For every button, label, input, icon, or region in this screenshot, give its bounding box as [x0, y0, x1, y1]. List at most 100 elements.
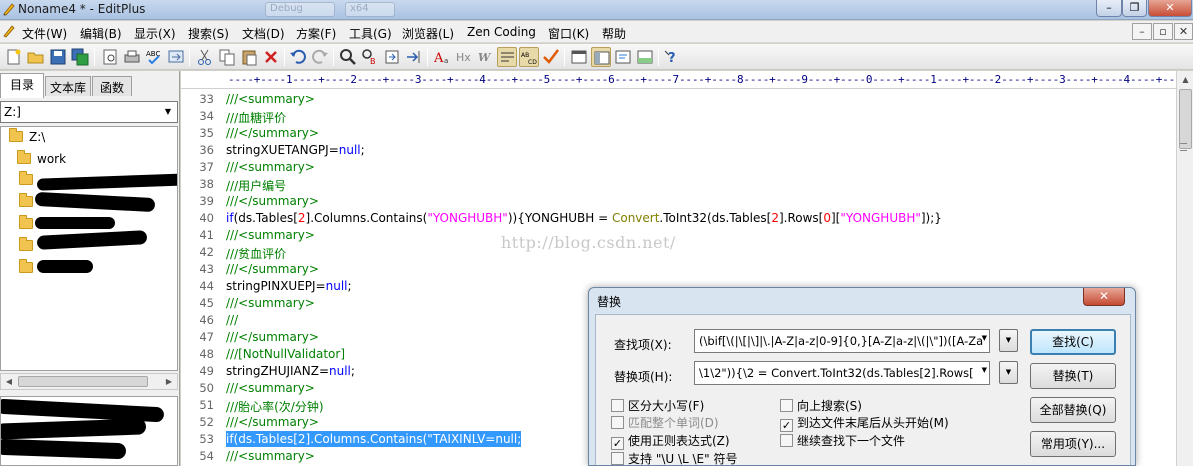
next-file-checkbox[interactable]: 继续查找下一个文件 — [780, 432, 905, 449]
menu-help[interactable]: 帮助 — [602, 25, 626, 42]
ftp-icon[interactable] — [166, 47, 186, 67]
code-line[interactable]: ///<summary> — [226, 160, 315, 174]
minimize-button[interactable]: – — [1096, 0, 1122, 17]
regex-checkbox[interactable]: ✓ 使用正则表达式(Z) — [611, 432, 730, 450]
code-line[interactable]: stringPINXUEPJ=null; — [226, 279, 352, 293]
code-line[interactable]: ///<summary> — [226, 296, 315, 310]
case-sensitive-checkbox[interactable]: 区分大小写(F) — [611, 397, 704, 414]
replace-all-button[interactable]: 全部替换(Q) — [1030, 397, 1116, 423]
scroll-right-icon[interactable]: ▶ — [162, 376, 176, 388]
window-icon[interactable] — [569, 47, 589, 67]
mdi-close-button[interactable]: ✕ — [1174, 23, 1193, 40]
menu-search[interactable]: 搜索(S) — [188, 25, 229, 42]
tree-node-redacted[interactable] — [19, 259, 39, 279]
editor-vertical-scrollbar[interactable]: ▲ — [1176, 71, 1193, 466]
menu-file[interactable]: 文件(W) — [22, 25, 67, 42]
spell-check-icon[interactable]: ABC — [144, 47, 164, 67]
code-line[interactable]: ///<summary> — [226, 92, 315, 106]
check-icon[interactable] — [541, 47, 561, 67]
code-line[interactable]: ///<summary> — [226, 449, 315, 463]
tree-node-redacted[interactable] — [19, 171, 39, 191]
dialog-close-button[interactable]: ✕ — [1083, 288, 1125, 306]
redo-icon[interactable] — [310, 47, 330, 67]
scrollbar-thumb[interactable] — [1179, 89, 1192, 149]
drive-select[interactable]: Z:] ▼ — [0, 101, 178, 123]
insert-icon[interactable] — [404, 47, 424, 67]
replace-input[interactable]: \1\2")){\2 = Convert.ToInt32(ds.Tables[2… — [694, 361, 990, 385]
code-line[interactable]: ///血糖评价 — [226, 109, 286, 126]
code-line[interactable]: stringZHUJIANZ=null; — [226, 364, 355, 378]
code-line[interactable]: ///</summary> — [226, 415, 319, 429]
replace-icon[interactable]: B — [360, 47, 380, 67]
code-line[interactable]: ///</summary> — [226, 262, 319, 276]
code-line[interactable]: stringXUETANGPJ=null; — [226, 143, 365, 157]
save-all-icon[interactable] — [70, 47, 90, 67]
menu-tools[interactable]: 工具(G) — [349, 25, 392, 42]
menu-edit[interactable]: 编辑(B) — [80, 25, 122, 42]
chevron-down-icon[interactable]: ▼ — [982, 334, 987, 342]
menu-document[interactable]: 文档(D) — [242, 25, 285, 42]
case-escape-checkbox[interactable]: 支持 "\U \L \E" 符号 — [611, 450, 737, 465]
copy-icon[interactable] — [217, 47, 237, 67]
tab-cliptext[interactable]: 文本库 — [45, 76, 91, 96]
close-button[interactable]: ✕ — [1148, 0, 1192, 17]
tree-horizontal-scrollbar[interactable]: ◀ ▶ — [0, 373, 178, 390]
goto-icon[interactable] — [382, 47, 402, 67]
code-line[interactable]: ///</summary> — [226, 126, 319, 140]
code-line[interactable]: ///</summary> — [226, 194, 319, 208]
code-line[interactable]: ///贫血评价 — [226, 245, 286, 262]
find-icon[interactable] — [338, 47, 358, 67]
code-line[interactable]: /// — [226, 313, 238, 327]
chevron-down-icon[interactable]: ▼ — [982, 366, 987, 374]
find-input[interactable]: (\bif[\(|\[|\]|\.|A-Z|a-z|0-9]{0,}[A-Z|a… — [694, 329, 990, 353]
replace-button[interactable]: 替换(T) — [1030, 363, 1116, 389]
code-line[interactable]: ///用户编号 — [226, 177, 286, 194]
tree-node-drive[interactable]: Z:\ — [9, 128, 45, 148]
find-history-button[interactable]: ▼ — [999, 329, 1018, 352]
menu-browser[interactable]: 浏览器(L) — [402, 25, 454, 42]
output-icon[interactable] — [635, 47, 655, 67]
restore-button[interactable]: ❐ — [1122, 0, 1147, 17]
mdi-minimize-button[interactable]: – — [1132, 23, 1152, 40]
menu-view[interactable]: 显示(X) — [134, 25, 176, 42]
find-button[interactable]: 查找(C) — [1030, 329, 1116, 355]
code-line[interactable]: if(ds.Tables[2].Columns.Contains("YONGHU… — [226, 211, 942, 225]
ruler-icon[interactable]: AB CD — [519, 47, 539, 67]
mdi-restore-button[interactable]: ▫ — [1153, 23, 1173, 40]
code-line[interactable]: ///<summary> — [226, 381, 315, 395]
whole-word-checkbox[interactable]: 匹配整个单词(D) — [611, 414, 719, 431]
tab-directory[interactable]: 目录 — [0, 73, 44, 98]
font-icon[interactable]: Aa — [432, 47, 452, 67]
wrap-around-checkbox[interactable]: ✓ 到达文件末尾后从头开始(M) — [780, 414, 949, 432]
cliptext-icon[interactable] — [613, 47, 633, 67]
print-icon[interactable] — [122, 47, 142, 67]
search-up-checkbox[interactable]: 向上搜索(S) — [780, 397, 862, 414]
scroll-left-icon[interactable]: ◀ — [2, 376, 16, 388]
header-icon[interactable]: Hx — [454, 47, 474, 67]
delete-icon[interactable] — [261, 47, 281, 67]
chevron-down-icon[interactable]: ▼ — [159, 102, 177, 122]
undo-icon[interactable] — [288, 47, 308, 67]
menu-project[interactable]: 方案(F) — [296, 25, 336, 42]
open-folder-icon[interactable] — [26, 47, 46, 67]
sidebar-icon[interactable] — [591, 47, 611, 67]
tree-node-work[interactable]: work — [17, 150, 66, 170]
scrollbar-thumb[interactable] — [18, 376, 148, 387]
paste-icon[interactable] — [239, 47, 259, 67]
code-line[interactable]: ///<summary> — [226, 228, 315, 242]
help-icon[interactable]: ? — [663, 47, 683, 67]
code-line-selected[interactable]: if(ds.Tables[2].Columns.Contains("TAIXIN… — [226, 431, 522, 447]
menu-window[interactable]: 窗口(K) — [548, 25, 589, 42]
code-line[interactable]: ///[NotNullValidator] — [226, 347, 345, 361]
word-wrap-icon[interactable] — [497, 47, 517, 67]
replace-history-button[interactable]: ▼ — [999, 361, 1018, 384]
code-line[interactable]: ///胎心率(次/分钟) — [226, 398, 324, 415]
tab-functions[interactable]: 函数 — [92, 76, 132, 96]
common-items-button[interactable]: 常用项(Y)... — [1030, 431, 1116, 457]
italic-icon[interactable]: W — [476, 47, 496, 67]
code-line[interactable]: ///</summary> — [226, 330, 319, 344]
new-file-icon[interactable] — [4, 47, 24, 67]
menu-zen-coding[interactable]: Zen Coding — [467, 25, 536, 39]
print-preview-icon[interactable] — [100, 47, 120, 67]
cut-icon[interactable] — [195, 47, 215, 67]
